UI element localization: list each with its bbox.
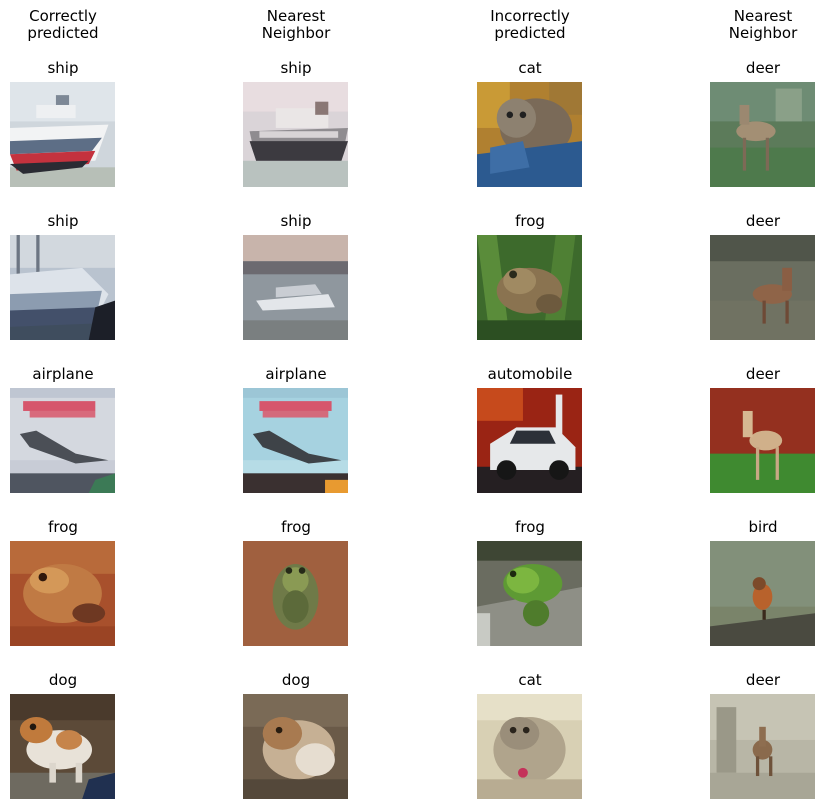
image-label: automobile xyxy=(487,365,573,383)
image-label: frog xyxy=(48,518,78,536)
column-header-line: Incorrectly xyxy=(490,7,570,25)
image-label: dog xyxy=(48,671,78,689)
column-header-correct: Correctly predicted xyxy=(0,8,143,42)
image-label: cat xyxy=(518,671,542,689)
column-header-line: Neighbor xyxy=(261,24,331,42)
image-label: bird xyxy=(748,518,778,536)
image-label: ship xyxy=(280,59,312,77)
image-label: airplane xyxy=(265,365,327,383)
column-header-line: Correctly xyxy=(29,7,97,25)
frog-image xyxy=(477,541,582,646)
image-label: deer xyxy=(745,59,781,77)
deer-image xyxy=(710,235,815,340)
column-header-line: Nearest xyxy=(266,7,326,25)
frog-image xyxy=(243,541,348,646)
image-label: frog xyxy=(515,518,545,536)
ship-image xyxy=(10,82,115,187)
column-header-neighbor-2: Nearest Neighbor xyxy=(683,8,824,42)
airplane-image xyxy=(10,388,115,493)
dog-image xyxy=(10,694,115,799)
ship-image xyxy=(243,82,348,187)
column-header-incorrect: Incorrectly predicted xyxy=(450,8,610,42)
deer-image xyxy=(710,694,815,799)
cat-image xyxy=(477,82,582,187)
column-header-line: predicted xyxy=(27,24,99,42)
image-label: frog xyxy=(281,518,311,536)
frog-image xyxy=(10,541,115,646)
image-label: ship xyxy=(280,212,312,230)
deer-image xyxy=(710,388,815,493)
deer-image xyxy=(710,82,815,187)
image-label: ship xyxy=(47,212,79,230)
column-header-line: Nearest xyxy=(733,7,793,25)
dog-image xyxy=(243,694,348,799)
ship-image xyxy=(10,235,115,340)
image-label: deer xyxy=(745,365,781,383)
airplane-image xyxy=(243,388,348,493)
frog-image xyxy=(477,235,582,340)
image-label: frog xyxy=(515,212,545,230)
automobile-image xyxy=(477,388,582,493)
ship-image xyxy=(243,235,348,340)
image-label: deer xyxy=(745,671,781,689)
cat-image xyxy=(477,694,582,799)
column-header-neighbor-1: Nearest Neighbor xyxy=(216,8,376,42)
image-label: ship xyxy=(47,59,79,77)
image-label: dog xyxy=(281,671,311,689)
bird-image xyxy=(710,541,815,646)
image-label: airplane xyxy=(32,365,94,383)
image-label: deer xyxy=(745,212,781,230)
image-label: cat xyxy=(518,59,542,77)
column-header-line: predicted xyxy=(494,24,566,42)
column-header-line: Neighbor xyxy=(728,24,798,42)
